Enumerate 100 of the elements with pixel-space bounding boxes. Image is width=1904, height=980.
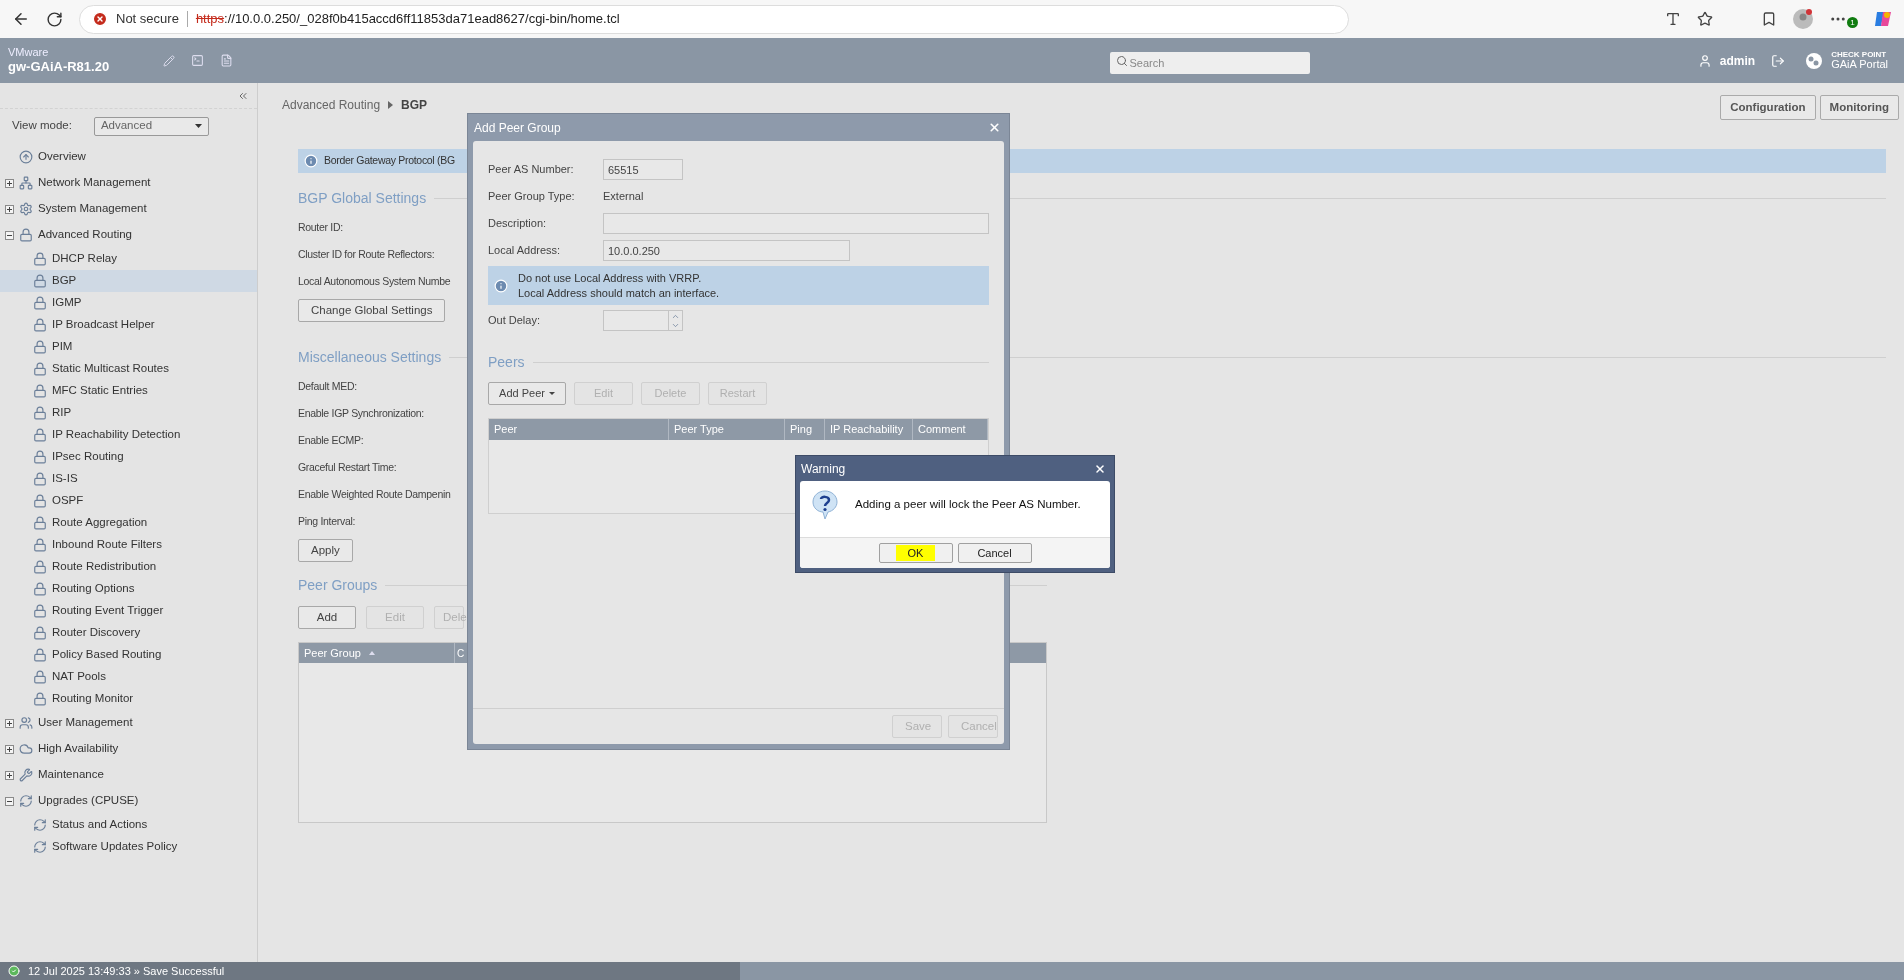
warning-icon	[92, 11, 108, 27]
sidebar-item[interactable]: DHCP Relay	[0, 248, 257, 270]
lock-icon	[33, 362, 47, 376]
lock-icon	[33, 406, 47, 420]
expand-icon[interactable]	[5, 744, 14, 754]
view-mode-select[interactable]: Advanced	[93, 116, 209, 136]
sidebar-item[interactable]: PIM	[0, 336, 257, 358]
sidebar-item[interactable]: BGP	[0, 270, 257, 292]
lock-icon	[33, 296, 47, 310]
expand-icon[interactable]	[5, 718, 14, 728]
input-field[interactable]: 10.0.0.250	[603, 240, 850, 261]
lock-icon	[33, 252, 47, 266]
search-icon	[1115, 54, 1128, 67]
logout-icon[interactable]	[1771, 53, 1786, 68]
logo-icon	[1805, 51, 1824, 70]
input-field[interactable]: 65515	[603, 159, 683, 180]
sidebar-item[interactable]: Policy Based Routing	[0, 644, 257, 666]
sidebar-item[interactable]: OSPF	[0, 490, 257, 512]
breadcrumb-current: BGP	[401, 97, 428, 114]
toolbar-button[interactable]: Add Peer	[488, 382, 566, 405]
lock-icon	[33, 692, 47, 706]
field-label: Default MED:	[298, 378, 357, 394]
sidebar-item[interactable]: Router Discovery	[0, 622, 257, 644]
sidebar-item[interactable]: IP Broadcast Helper	[0, 314, 257, 336]
hostname: gw-GAiA-R81.20	[8, 59, 111, 76]
close-icon[interactable]	[1094, 462, 1106, 475]
sidebar-item[interactable]: MFC Static Entries	[0, 380, 257, 402]
brand-name: GAiA Portal	[1831, 59, 1888, 70]
lock-icon	[33, 626, 47, 640]
sidebar-item[interactable]: IPsec Routing	[0, 446, 257, 468]
sidebar-item[interactable]: Overview	[0, 144, 257, 170]
user-icon	[1697, 53, 1712, 68]
lock-icon	[33, 318, 47, 332]
toolbar-button[interactable]: Add	[298, 606, 356, 630]
sidebar-item[interactable]: IS-IS	[0, 468, 257, 490]
mode-button[interactable]: Monitoring	[1819, 95, 1899, 120]
caret-icon	[548, 392, 555, 395]
search-field[interactable]: Search	[1109, 51, 1310, 74]
action-button[interactable]: Change Global Settings	[298, 299, 446, 323]
field-label: Enable Weighted Route Dampenin	[298, 486, 451, 502]
sidebar-item[interactable]: Routing Options	[0, 578, 257, 600]
favorite-icon[interactable]	[1697, 11, 1713, 27]
sidebar-item[interactable]: System Management	[0, 196, 257, 222]
brand-small: CHECK POINT	[1831, 51, 1888, 59]
collapse-icon[interactable]	[5, 230, 14, 240]
back-icon[interactable]	[12, 10, 30, 28]
reload-icon[interactable]	[46, 10, 63, 28]
security-label: Not secure	[116, 10, 179, 29]
sidebar-item[interactable]: Static Multicast Routes	[0, 358, 257, 380]
sidebar-item[interactable]: IP Reachability Detection	[0, 424, 257, 446]
address-bar[interactable]: Not secure https://10.0.0.250/_028f0b415accd6ff11853da71ead8627/cgi-bin/home.tcl	[79, 4, 1349, 34]
lock-icon	[33, 428, 47, 442]
collapse-icon[interactable]	[5, 796, 14, 806]
sidebar-item[interactable]: Routing Monitor	[0, 688, 257, 710]
input-field[interactable]	[603, 213, 989, 234]
field-label: Router ID:	[298, 219, 343, 235]
expand-icon[interactable]	[5, 178, 14, 188]
lock-icon	[33, 340, 47, 354]
close-icon[interactable]	[988, 121, 1001, 134]
sidebar-item[interactable]: Software Updates Policy	[0, 836, 257, 858]
sidebar-item[interactable]: Routing Event Trigger	[0, 600, 257, 622]
question-icon	[811, 490, 839, 520]
breadcrumb-link[interactable]: Advanced Routing	[282, 96, 381, 114]
sidebar-item[interactable]: High Availability	[0, 736, 257, 762]
expand-icon[interactable]	[5, 770, 14, 780]
field-label: Peer Group Type:	[488, 189, 576, 205]
info-text: Border Gateway Protocol (BG	[324, 153, 455, 169]
view-mode-label: View mode:	[12, 118, 72, 134]
copilot-icon[interactable]	[1874, 10, 1892, 28]
dialog-title: Add Peer Group	[474, 119, 561, 137]
field-label: Graceful Restart Time:	[298, 459, 397, 475]
sidebar-item[interactable]: Upgrades (CPUSE)	[0, 788, 257, 814]
users-icon	[19, 716, 33, 730]
info-icon	[494, 278, 508, 293]
lock-icon	[33, 384, 47, 398]
field-label: Description:	[488, 216, 548, 232]
dialog-button[interactable]: Cancel	[957, 543, 1032, 563]
sidebar-item[interactable]: Maintenance	[0, 762, 257, 788]
sidebar-item[interactable]: Network Management	[0, 170, 257, 196]
sidebar-item[interactable]: NAT Pools	[0, 666, 257, 688]
field-label: Local Address:	[488, 243, 562, 259]
cloud-icon	[19, 742, 33, 756]
lock-icon	[33, 516, 47, 530]
sidebar-item[interactable]: Advanced Routing	[0, 222, 257, 248]
action-button[interactable]: Apply	[298, 539, 353, 563]
notification-badge: 1	[1847, 17, 1858, 28]
sidebar-item[interactable]: Route Redistribution	[0, 556, 257, 578]
field-label: Enable ECMP:	[298, 432, 364, 448]
field-label: Ping Interval:	[298, 513, 356, 529]
profile-icon[interactable]	[1793, 9, 1813, 29]
sidebar-item[interactable]: User Management	[0, 710, 257, 736]
dialog-button[interactable]: OK	[878, 543, 953, 563]
sidebar-item[interactable]: Status and Actions	[0, 814, 257, 836]
success-icon	[8, 965, 20, 977]
sidebar-item[interactable]: Inbound Route Filters	[0, 534, 257, 556]
mode-button[interactable]: Configuration	[1720, 95, 1816, 120]
sidebar-item[interactable]: Route Aggregation	[0, 512, 257, 534]
sidebar-item[interactable]: IGMP	[0, 292, 257, 314]
sidebar-item[interactable]: RIP	[0, 402, 257, 424]
expand-icon[interactable]	[5, 204, 14, 214]
